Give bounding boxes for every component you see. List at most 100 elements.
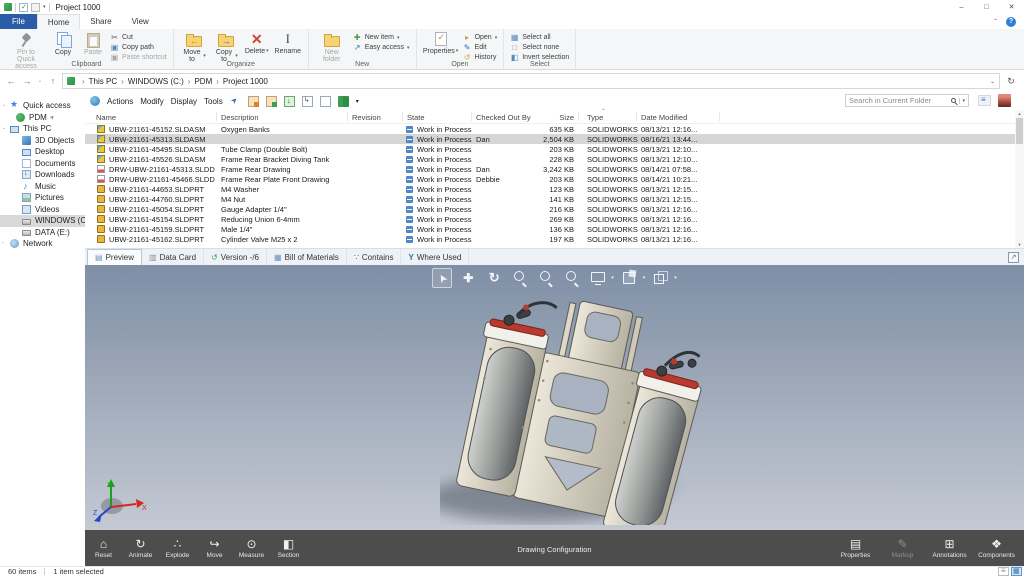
new-folder-button[interactable]: New folder	[315, 31, 349, 64]
display-style-icon[interactable]	[588, 268, 608, 288]
preview-tab[interactable]: Version -/6	[204, 249, 267, 265]
file-row[interactable]: UBW-21161-45152.SLDASM Oxygen Banks Work…	[85, 124, 1015, 134]
forward-button[interactable]: →	[20, 76, 34, 86]
file-row[interactable]: UBW-21161-45526.SLDASM Frame Rear Bracke…	[85, 154, 1015, 164]
sidebar-item[interactable]: ⌄ Quick access	[0, 100, 85, 112]
delete-button[interactable]: ✕ Delete▾	[244, 31, 270, 56]
viewer-button[interactable]: Annotations	[926, 530, 973, 566]
copy-file-icon[interactable]	[302, 96, 313, 107]
rename-button[interactable]: I Rename	[274, 31, 302, 56]
pdm-menu-item[interactable]: Actions	[107, 97, 133, 106]
up-button[interactable]: ↑	[46, 76, 60, 86]
expand-chevron-icon[interactable]: ›	[2, 240, 4, 246]
search-icon[interactable]	[951, 98, 956, 103]
3d-preview-viewport[interactable]: ▾ ▾ ▾	[85, 265, 1024, 530]
check-in-icon[interactable]	[266, 96, 277, 107]
vault-view-icon[interactable]	[338, 96, 349, 107]
sidebar-item[interactable]: Pictures	[0, 192, 85, 204]
column-header-revision[interactable]: Revision	[352, 113, 381, 122]
easy-access-button[interactable]: ↗ Easy access ▾	[353, 44, 410, 52]
file-row[interactable]: UBW-21161-44653.SLDPRT M4 Washer Work in…	[85, 184, 1015, 194]
file-row[interactable]: UBW-21161-45313.SLDASM Work in Process D…	[85, 134, 1015, 144]
address-dropdown-icon[interactable]: ⌄	[990, 78, 995, 85]
edit-button[interactable]: ✎ Edit	[463, 44, 498, 52]
sidebar-item[interactable]: Documents	[0, 158, 85, 170]
quick-access-toolbar-icon-1[interactable]	[19, 3, 28, 12]
appearance-icon[interactable]	[620, 268, 640, 288]
column-header-state[interactable]: State	[407, 113, 425, 122]
new-item-button[interactable]: ✚ New item ▾	[353, 34, 410, 42]
sidebar-item[interactable]: Music	[0, 181, 85, 193]
address-bar[interactable]: This PCWINDOWS (C:)PDMProject 1000 ⌄	[62, 73, 1000, 89]
preview-tab[interactable]: Where Used	[401, 249, 469, 265]
file-row[interactable]: UBW-21161-44760.SLDPRT M4 Nut Work in Pr…	[85, 194, 1015, 204]
dropdown-icon[interactable]: ▾	[643, 275, 646, 281]
details-view-icon[interactable]	[998, 567, 1009, 576]
preview-tab[interactable]: Bill of Materials	[267, 249, 347, 265]
column-header-name[interactable]: Name	[96, 113, 116, 122]
expand-chevron-icon[interactable]: ⌄	[2, 125, 6, 131]
copy-button[interactable]: Copy	[50, 31, 76, 57]
column-header-description[interactable]: Description	[221, 113, 259, 122]
copy-path-button[interactable]: ▣ Copy path	[110, 44, 167, 52]
sidebar-item[interactable]: Desktop	[0, 146, 85, 158]
vertical-scrollbar[interactable]: ▲ ▼	[1015, 110, 1024, 248]
sidebar-item[interactable]: Videos	[0, 204, 85, 216]
dropdown-icon[interactable]: ▾	[356, 98, 359, 105]
viewer-button[interactable]: Measure	[233, 530, 270, 566]
file-row[interactable]: UBW-21161-45159.SLDPRT Male 1/4" Work in…	[85, 224, 1015, 234]
pan-tool-icon[interactable]	[458, 268, 478, 288]
file-row[interactable]: UBW-21161-45154.SLDPRT Reducing Union 6-…	[85, 214, 1015, 224]
pdm-menu-item[interactable]: Display	[171, 97, 197, 106]
breadcrumb-item[interactable]: Project 1000	[212, 77, 268, 86]
open-button[interactable]: ▸ Open ▾	[463, 34, 498, 42]
pdm-menu-item[interactable]: Modify	[140, 97, 164, 106]
scroll-up-icon[interactable]: ▲	[1015, 111, 1024, 116]
file-row[interactable]: DRW-UBW-21161-45313.SLDDRW Frame Rear Dr…	[85, 164, 1015, 174]
tab-file[interactable]: File	[0, 14, 37, 29]
viewer-button[interactable]: Section	[270, 530, 307, 566]
move-to-button[interactable]: ← Move to▾	[180, 31, 208, 64]
select-tool-icon[interactable]	[432, 268, 452, 288]
sidebar-item[interactable]: Downloads	[0, 169, 85, 181]
thumbnail-view-icon[interactable]	[1011, 567, 1022, 576]
properties-button[interactable]: Properties▾	[423, 31, 459, 56]
expand-preview-icon[interactable]: ↗	[1008, 252, 1019, 263]
help-icon[interactable]: ?	[1006, 17, 1016, 27]
new-file-icon[interactable]	[320, 96, 331, 107]
search-input[interactable]: Search in Current Folder ▾	[845, 94, 969, 107]
tab-view[interactable]: View	[122, 14, 159, 29]
maximize-button[interactable]: □	[974, 0, 999, 14]
get-latest-version-icon[interactable]	[284, 96, 295, 107]
dropdown-icon[interactable]: ▾	[674, 275, 677, 281]
zoom-fit-tool-icon[interactable]	[562, 268, 582, 288]
select-all-button[interactable]: ▦ Select all	[510, 34, 569, 42]
breadcrumb-item[interactable]: PDM	[184, 77, 212, 86]
recent-locations-icon[interactable]: ⌄	[36, 78, 44, 84]
quick-access-toolbar-icon-2[interactable]	[31, 3, 40, 12]
minimize-button[interactable]: –	[949, 0, 974, 14]
pdm-menu-item[interactable]: Tools	[204, 97, 223, 106]
viewer-button[interactable]: Markup	[879, 530, 926, 566]
sidebar-item[interactable]: ⌄ This PC	[0, 123, 85, 135]
check-out-icon[interactable]	[248, 96, 259, 107]
viewer-button[interactable]: Properties	[832, 530, 879, 566]
preview-tab[interactable]: Data Card	[142, 249, 204, 265]
viewer-button[interactable]: Move	[196, 530, 233, 566]
sidebar-item[interactable]: DATA (E:)	[0, 227, 85, 239]
copy-to-button[interactable]: → Copy to▾	[212, 31, 240, 64]
sidebar-item[interactable]: 3D Objects	[0, 135, 85, 147]
column-header-date-modified[interactable]: Date Modified	[641, 113, 687, 122]
zoom-area-tool-icon[interactable]	[536, 268, 556, 288]
zoom-tool-icon[interactable]	[510, 268, 530, 288]
quick-access-toolbar-dropdown-icon[interactable]: ▾	[43, 4, 46, 10]
file-row[interactable]: DRW-UBW-21161-45466.SLDDRW Frame Rear Pl…	[85, 174, 1015, 184]
viewer-button[interactable]: Reset	[85, 530, 122, 566]
sidebar-item[interactable]: PDM ➤	[0, 112, 85, 124]
viewer-button[interactable]: Animate	[122, 530, 159, 566]
paste-button[interactable]: Paste	[80, 31, 106, 57]
preview-tab[interactable]: Contains	[347, 249, 402, 265]
collapse-ribbon-icon[interactable]: ⌃	[993, 18, 998, 25]
select-none-button[interactable]: □ Select none	[510, 44, 569, 52]
refresh-icon[interactable]: ↻	[1002, 76, 1020, 87]
